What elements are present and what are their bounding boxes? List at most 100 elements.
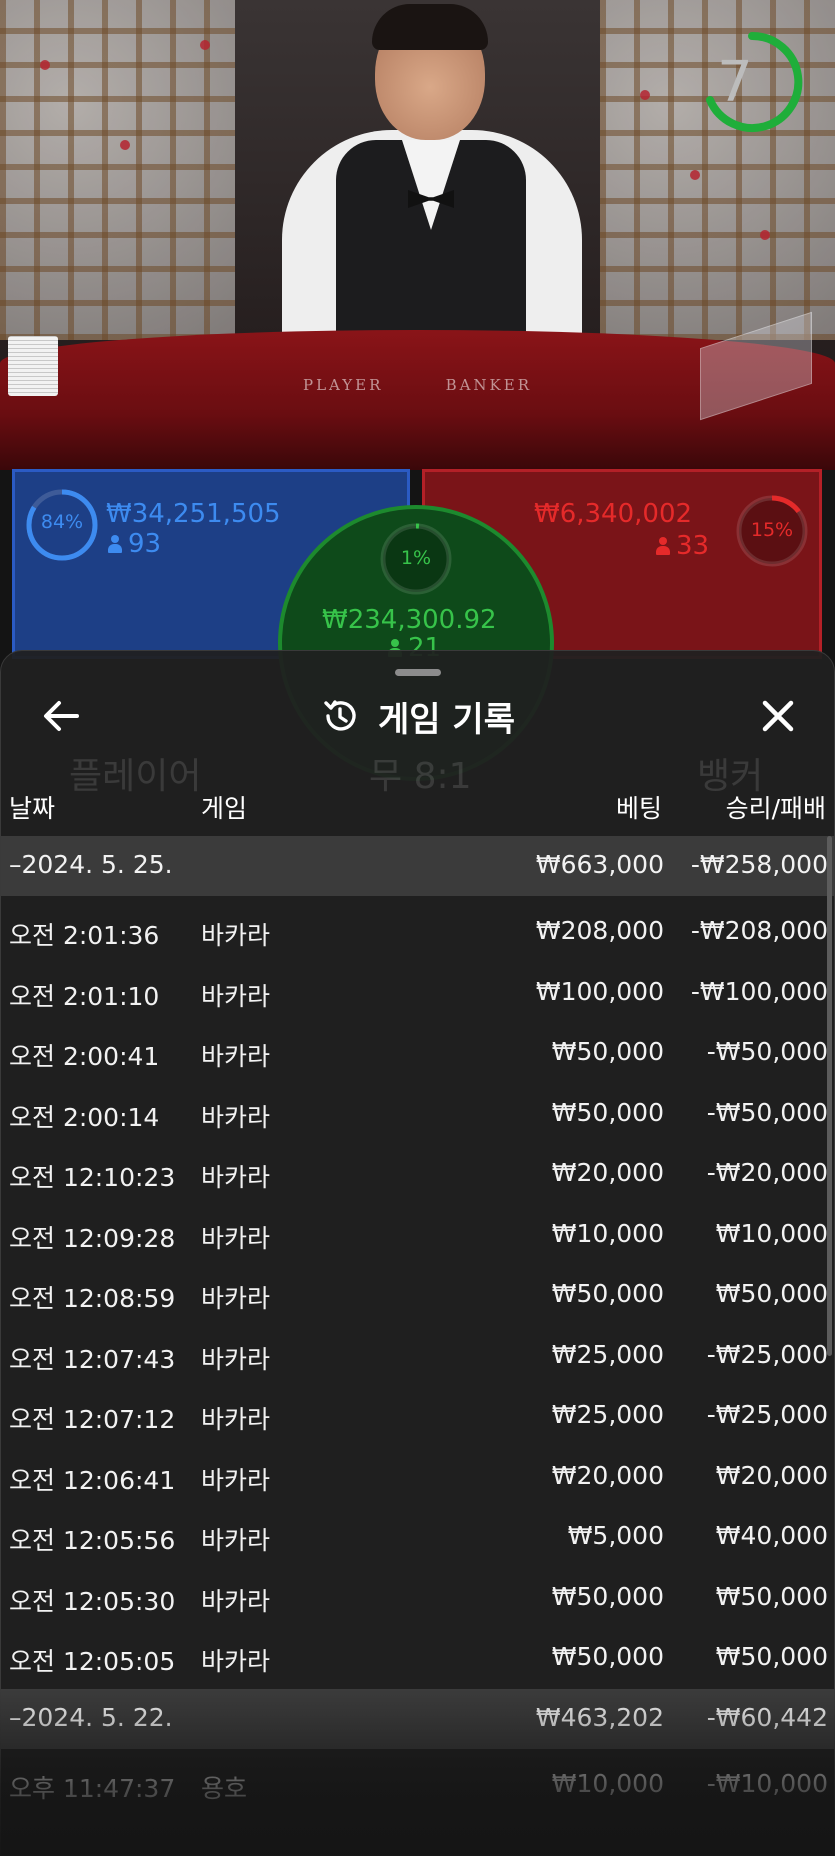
scrollbar[interactable] bbox=[827, 836, 832, 1356]
person-icon bbox=[108, 535, 122, 553]
game-cell: 용호 bbox=[201, 1773, 248, 1803]
table-row[interactable]: 오전 12:07:43 바카라 ₩25,000 -₩25,000 bbox=[1, 1326, 834, 1387]
game-cell: 바카라 bbox=[201, 1163, 271, 1192]
banker-count: 33 bbox=[656, 531, 709, 561]
date-group-row[interactable]: –2024. 5. 22. ₩463,202 -₩60,442 bbox=[1, 1688, 834, 1749]
bet-cell: ₩50,000 bbox=[551, 1581, 664, 1611]
result-cell: -₩208,000 bbox=[690, 916, 828, 945]
table-row[interactable]: 오전 12:06:41 바카라 ₩20,000 ₩20,000 bbox=[1, 1447, 834, 1508]
result-cell: -₩50,000 bbox=[706, 1097, 828, 1127]
game-cell: 바카라 bbox=[201, 1042, 271, 1071]
player-percent: 84% bbox=[40, 511, 84, 533]
player-amount: ₩34,251,505 bbox=[106, 499, 281, 529]
bet-cell: ₩50,000 bbox=[551, 1037, 664, 1066]
bet-cell: ₩208,000 bbox=[535, 916, 664, 945]
time-cell: 오전 12:07:12 bbox=[9, 1405, 176, 1434]
player-count: 93 bbox=[108, 529, 161, 559]
table-row[interactable]: 오전 12:05:56 바카라 ₩5,000 ₩40,000 bbox=[1, 1507, 834, 1568]
game-cell: 바카라 bbox=[201, 1284, 271, 1313]
bet-cell: ₩20,000 bbox=[551, 1158, 664, 1187]
bet-cell: ₩25,000 bbox=[551, 1400, 664, 1429]
date-cell: –2024. 5. 25. bbox=[9, 850, 173, 879]
result-cell: -₩25,000 bbox=[706, 1400, 828, 1429]
date-cell: –2024. 5. 22. bbox=[9, 1702, 173, 1732]
game-cell: 바카라 bbox=[201, 1344, 271, 1374]
game-cell: 바카라 bbox=[201, 1405, 271, 1434]
table-row[interactable]: 오전 2:00:41 바카라 ₩50,000 -₩50,000 bbox=[1, 1023, 834, 1084]
bet-stats: 84% ₩34,251,505 93 1% ₩234,300.92 21 ₩6,… bbox=[0, 465, 835, 781]
column-header-date[interactable]: 날짜 bbox=[9, 789, 55, 825]
result-cell: -₩258,000 bbox=[690, 850, 828, 879]
bet-cell: ₩100,000 bbox=[535, 976, 664, 1006]
table-row[interactable]: 오전 12:09:28 바카라 ₩10,000 ₩10,000 bbox=[1, 1205, 834, 1266]
ghost-player-label: 플레이어 bbox=[69, 756, 202, 797]
time-cell: 오전 2:01:10 bbox=[9, 981, 160, 1011]
game-cell: 바카라 bbox=[201, 1102, 271, 1132]
bet-cell: ₩50,000 bbox=[551, 1279, 664, 1308]
bet-cell: ₩663,000 bbox=[535, 850, 664, 879]
table-row[interactable]: 오전 12:10:23 바카라 ₩20,000 -₩20,000 bbox=[1, 1144, 834, 1205]
result-cell: ₩50,000 bbox=[715, 1279, 828, 1308]
time-cell: 오전 12:05:30 bbox=[9, 1586, 176, 1616]
time-cell: 오전 12:05:56 bbox=[9, 1526, 176, 1555]
result-cell: ₩50,000 bbox=[715, 1642, 828, 1671]
history-table: –2024. 5. 25. ₩663,000 -₩258,000 오전 2:01:36… bbox=[1, 836, 834, 1816]
date-group-row[interactable]: –2024. 5. 25. ₩663,000 -₩258,000 bbox=[1, 836, 834, 896]
bet-cell: ₩5,000 bbox=[567, 1521, 664, 1550]
time-cell: 오전 2:00:14 bbox=[9, 1102, 160, 1132]
result-cell: ₩20,000 bbox=[715, 1460, 828, 1490]
table-row[interactable]: 오전 2:01:36 바카라 ₩208,000 -₩208,000 bbox=[1, 902, 834, 963]
table-row[interactable]: 오전 12:05:05 바카라 ₩50,000 ₩50,000 bbox=[1, 1628, 834, 1689]
table-row[interactable]: 오전 12:08:59 바카라 ₩50,000 ₩50,000 bbox=[1, 1265, 834, 1326]
table-row[interactable]: 오후 11:47:37 용호 ₩10,000 -₩10,000 bbox=[1, 1755, 834, 1816]
game-history-sheet: 플레이어 무 8:1 뱅커 게임 기록 날짜 게임 베팅 승리/패배 –2024… bbox=[0, 650, 835, 1856]
column-header-bet[interactable]: 베팅 bbox=[616, 789, 662, 825]
result-cell: -₩20,000 bbox=[706, 1158, 828, 1187]
time-cell: 오후 11:47:37 bbox=[9, 1773, 176, 1803]
bet-cell: ₩50,000 bbox=[551, 1097, 664, 1127]
banker-percent: 15% bbox=[750, 519, 794, 541]
sheet-title: 게임 기록 bbox=[378, 699, 515, 740]
card-stack bbox=[8, 336, 58, 396]
live-video: PLAYER BANKER 7 bbox=[0, 0, 835, 470]
time-cell: 오전 2:01:36 bbox=[9, 921, 160, 950]
time-cell: 오전 12:08:59 bbox=[9, 1284, 176, 1313]
time-cell: 오전 12:05:05 bbox=[9, 1647, 176, 1676]
folding-screen-left bbox=[0, 0, 235, 340]
table-row[interactable]: 오전 12:07:12 바카라 ₩25,000 -₩25,000 bbox=[1, 1386, 834, 1447]
time-cell: 오전 12:09:28 bbox=[9, 1223, 176, 1253]
game-cell: 바카라 bbox=[201, 1465, 271, 1495]
person-icon bbox=[656, 537, 670, 555]
result-cell: -₩50,000 bbox=[706, 1037, 828, 1066]
tie-amount: ₩234,300.92 bbox=[322, 605, 497, 635]
result-cell: -₩25,000 bbox=[706, 1339, 828, 1369]
bet-cell: ₩463,202 bbox=[535, 1702, 664, 1732]
bet-cell: ₩10,000 bbox=[551, 1768, 664, 1798]
close-icon[interactable] bbox=[753, 691, 803, 741]
game-cell: 바카라 bbox=[201, 1647, 271, 1676]
history-icon bbox=[324, 700, 356, 731]
game-cell: 바카라 bbox=[201, 1586, 271, 1616]
result-cell: ₩50,000 bbox=[715, 1581, 828, 1611]
bet-cell: ₩25,000 bbox=[551, 1339, 664, 1369]
sheet-drag-handle[interactable] bbox=[395, 669, 441, 676]
time-cell: 오전 12:10:23 bbox=[9, 1163, 176, 1192]
game-cell: 바카라 bbox=[201, 1526, 271, 1555]
column-header-game[interactable]: 게임 bbox=[201, 789, 247, 825]
ghost-tie-label: 무 8:1 bbox=[369, 756, 472, 797]
bet-cell: ₩10,000 bbox=[551, 1218, 664, 1248]
table-row[interactable]: 오전 2:01:10 바카라 ₩100,000 -₩100,000 bbox=[1, 963, 834, 1024]
result-cell: ₩10,000 bbox=[715, 1218, 828, 1248]
table-row[interactable]: 오전 12:05:30 바카라 ₩50,000 ₩50,000 bbox=[1, 1568, 834, 1629]
time-cell: 오전 12:07:43 bbox=[9, 1344, 176, 1374]
bet-cell: ₩20,000 bbox=[551, 1460, 664, 1490]
game-cell: 바카라 bbox=[201, 921, 271, 950]
result-cell: -₩60,442 bbox=[706, 1702, 828, 1732]
bet-cell: ₩50,000 bbox=[551, 1642, 664, 1671]
game-cell: 바카라 bbox=[201, 1223, 271, 1253]
result-cell: -₩10,000 bbox=[706, 1768, 828, 1798]
table-row[interactable]: 오전 2:00:14 바카라 ₩50,000 -₩50,000 bbox=[1, 1084, 834, 1145]
result-cell: -₩100,000 bbox=[690, 976, 828, 1006]
column-header-result[interactable]: 승리/패배 bbox=[726, 789, 826, 825]
countdown-timer-value: 7 bbox=[717, 50, 753, 115]
